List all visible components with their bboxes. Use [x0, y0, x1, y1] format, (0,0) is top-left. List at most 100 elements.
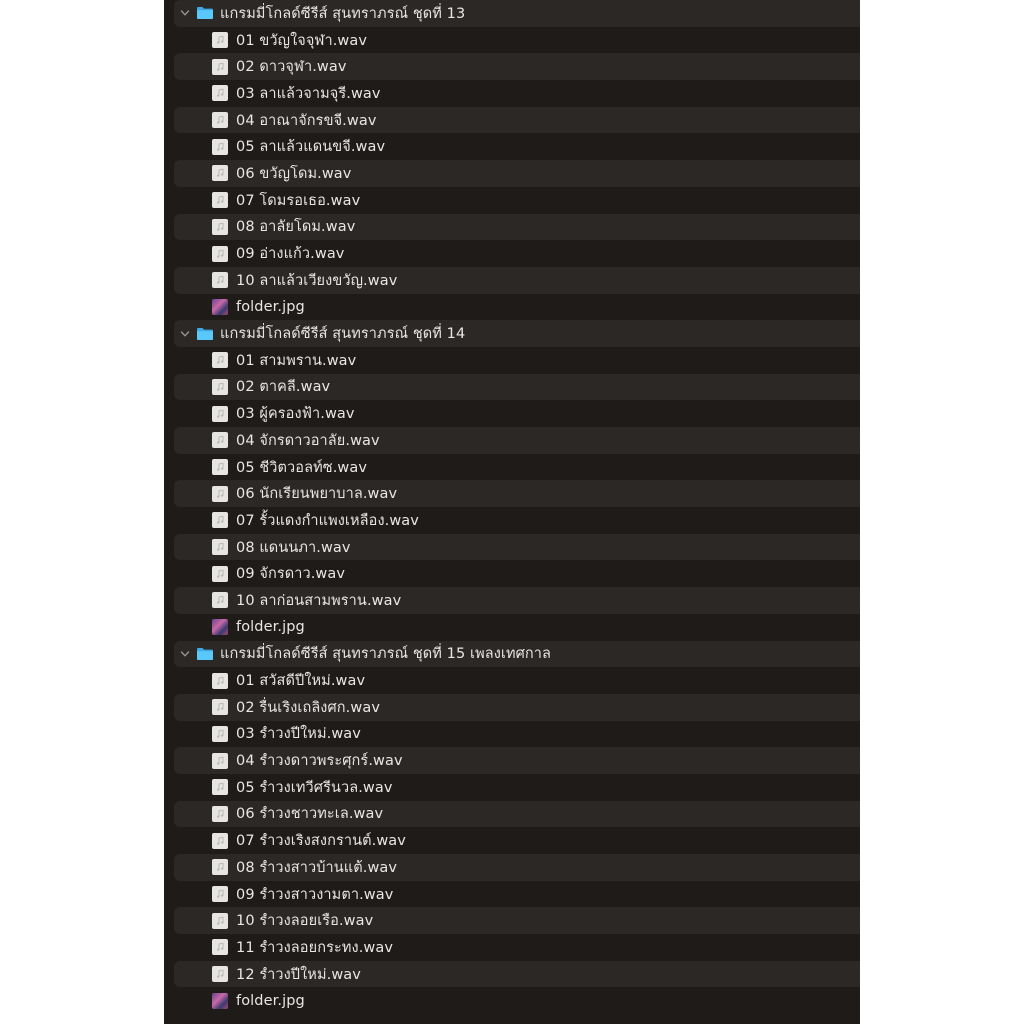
file-name: 11 รำวงลอยกระทง.wav — [236, 939, 394, 956]
audio-file-icon — [212, 405, 228, 422]
file-name: 06 นักเรียนพยาบาล.wav — [236, 486, 398, 503]
file-name: 05 รำวงเทวีศรีนวล.wav — [236, 779, 393, 796]
image-file-row[interactable]: folder.jpg — [174, 614, 860, 641]
file-name: 09 อ่างแก้ว.wav — [236, 246, 345, 263]
file-name: 09 จักรดาว.wav — [236, 566, 346, 583]
file-name: 09 รำวงสาวงามตา.wav — [236, 886, 394, 903]
image-file-icon — [212, 992, 228, 1009]
file-list: แกรมมี่โกลด์ซีรีส์ สุนทราภรณ์ ชุดที่ 13 0… — [164, 0, 860, 1014]
file-row[interactable]: 05 รำวงเทวีศรีนวล.wav — [174, 774, 860, 801]
image-file-row[interactable]: folder.jpg — [174, 294, 860, 321]
image-file-icon — [212, 619, 228, 636]
file-name: 04 รำวงดาวพระศุกร์.wav — [236, 753, 403, 770]
folder-name: แกรมมี่โกลด์ซีรีส์ สุนทราภรณ์ ชุดที่ 13 — [220, 5, 466, 22]
image-file-icon — [212, 298, 228, 315]
file-row[interactable]: 05 ลาแล้วแดนขจี.wav — [174, 133, 860, 160]
file-name: 03 ลาแล้วจามจุรี.wav — [236, 85, 381, 102]
file-name: 06 ขวัญโดม.wav — [236, 165, 352, 182]
folder-icon — [196, 327, 214, 341]
audio-file-icon — [212, 752, 228, 769]
file-row[interactable]: 09 อ่างแก้ว.wav — [174, 240, 860, 267]
file-name: 04 จักรดาวอาลัย.wav — [236, 432, 380, 449]
file-name: 12 รำวงปีใหม่.wav — [236, 966, 361, 983]
file-row[interactable]: 04 อาณาจักรขจี.wav — [174, 106, 860, 134]
folder-row[interactable]: แกรมมี่โกลด์ซีรีส์ สุนทราภรณ์ ชุดที่ 15 … — [174, 640, 860, 668]
file-name: 08 รำวงสาวบ้านแต้.wav — [236, 859, 398, 876]
file-name: 03 ผู้ครองฟ้า.wav — [236, 406, 355, 423]
audio-file-icon — [212, 699, 228, 716]
file-row[interactable]: 02 ตาคลี.wav — [174, 373, 860, 401]
file-name: 06 รำวงชาวทะเล.wav — [236, 806, 384, 823]
file-name: folder.jpg — [236, 298, 305, 315]
audio-file-icon — [212, 112, 228, 129]
file-row[interactable]: 06 รำวงชาวทะเล.wav — [174, 800, 860, 828]
file-row[interactable]: 12 รำวงปีใหม่.wav — [174, 960, 860, 988]
audio-file-icon — [212, 32, 228, 49]
audio-file-icon — [212, 805, 228, 822]
audio-file-icon — [212, 966, 228, 983]
file-row[interactable]: 10 ลาแล้วเวียงขวัญ.wav — [174, 266, 860, 294]
file-row[interactable]: 03 ลาแล้วจามจุรี.wav — [174, 80, 860, 107]
audio-file-icon — [212, 192, 228, 209]
file-row[interactable]: 04 รำวงดาวพระศุกร์.wav — [174, 747, 860, 774]
chevron-down-icon[interactable] — [178, 327, 192, 341]
file-row[interactable]: 06 นักเรียนพยาบาล.wav — [174, 480, 860, 508]
file-row[interactable]: 01 สวัสดีปีใหม่.wav — [174, 667, 860, 694]
file-name: 05 ชีวิตวอลท์ซ.wav — [236, 459, 368, 476]
folder-name: แกรมมี่โกลด์ซีรีส์ สุนทราภรณ์ ชุดที่ 15 … — [220, 646, 552, 663]
file-row[interactable]: 09 รำวงสาวงามตา.wav — [174, 881, 860, 908]
chevron-down-icon[interactable] — [178, 647, 192, 661]
file-name: 04 อาณาจักรขจี.wav — [236, 112, 377, 129]
audio-file-icon — [212, 565, 228, 582]
chevron-down-icon[interactable] — [178, 6, 192, 20]
file-row[interactable]: 01 ขวัญใจจุฬา.wav — [174, 27, 860, 54]
file-name: 02 รื่นเริงเถลิงศก.wav — [236, 699, 381, 716]
audio-file-icon — [212, 378, 228, 395]
file-row[interactable]: 08 รำวงสาวบ้านแต้.wav — [174, 854, 860, 881]
file-row[interactable]: 07 รั้วแดงกำแพงเหลือง.wav — [174, 507, 860, 534]
file-row[interactable]: 10 รำวงลอยเรือ.wav — [174, 907, 860, 935]
file-row[interactable]: 08 แดนนภา.wav — [174, 533, 860, 561]
file-row[interactable]: 02 รื่นเริงเถลิงศก.wav — [174, 693, 860, 721]
file-row[interactable]: 02 ดาวจุฬา.wav — [174, 53, 860, 81]
file-row[interactable]: 11 รำวงลอยกระทง.wav — [174, 934, 860, 961]
file-row[interactable]: 07 โดมรอเธอ.wav — [174, 187, 860, 214]
folder-row[interactable]: แกรมมี่โกลด์ซีรีส์ สุนทราภรณ์ ชุดที่ 14 — [174, 320, 860, 347]
audio-file-icon — [212, 432, 228, 449]
file-name: folder.jpg — [236, 619, 305, 636]
file-row[interactable]: 04 จักรดาวอาลัย.wav — [174, 427, 860, 454]
file-name: 08 แดนนภา.wav — [236, 539, 351, 556]
file-row[interactable]: 06 ขวัญโดม.wav — [174, 160, 860, 187]
file-row[interactable]: 09 จักรดาว.wav — [174, 560, 860, 587]
file-name: 03 รำวงปีใหม่.wav — [236, 726, 361, 743]
audio-file-icon — [212, 832, 228, 849]
file-row[interactable]: 01 สามพราน.wav — [174, 347, 860, 374]
audio-file-icon — [212, 592, 228, 609]
file-row[interactable]: 05 ชีวิตวอลท์ซ.wav — [174, 454, 860, 481]
file-name: 02 ตาคลี.wav — [236, 379, 331, 396]
folder-name: แกรมมี่โกลด์ซีรีส์ สุนทราภรณ์ ชุดที่ 14 — [220, 326, 466, 343]
file-row[interactable]: 10 ลาก่อนสามพราน.wav — [174, 587, 860, 614]
audio-file-icon — [212, 218, 228, 235]
file-browser-panel: แกรมมี่โกลด์ซีรีส์ สุนทราภรณ์ ชุดที่ 13 0… — [164, 0, 860, 1024]
image-file-row[interactable]: folder.jpg — [174, 987, 860, 1014]
file-row[interactable]: 03 รำวงปีใหม่.wav — [174, 721, 860, 748]
file-name: 07 โดมรอเธอ.wav — [236, 192, 361, 209]
file-row[interactable]: 08 อาลัยโดม.wav — [174, 213, 860, 241]
audio-file-icon — [212, 859, 228, 876]
file-row[interactable]: 07 รำวงเริงสงกรานต์.wav — [174, 827, 860, 854]
audio-file-icon — [212, 58, 228, 75]
folder-row[interactable]: แกรมมี่โกลด์ซีรีส์ สุนทราภรณ์ ชุดที่ 13 — [174, 0, 860, 27]
audio-file-icon — [212, 138, 228, 155]
file-name: 10 รำวงลอยเรือ.wav — [236, 913, 374, 930]
audio-file-icon — [212, 886, 228, 903]
audio-file-icon — [212, 352, 228, 369]
audio-file-icon — [212, 539, 228, 556]
audio-file-icon — [212, 672, 228, 689]
audio-file-icon — [212, 779, 228, 796]
audio-file-icon — [212, 85, 228, 102]
file-row[interactable]: 03 ผู้ครองฟ้า.wav — [174, 400, 860, 427]
audio-file-icon — [212, 512, 228, 529]
audio-file-icon — [212, 245, 228, 262]
file-name: 01 สามพราน.wav — [236, 352, 357, 369]
